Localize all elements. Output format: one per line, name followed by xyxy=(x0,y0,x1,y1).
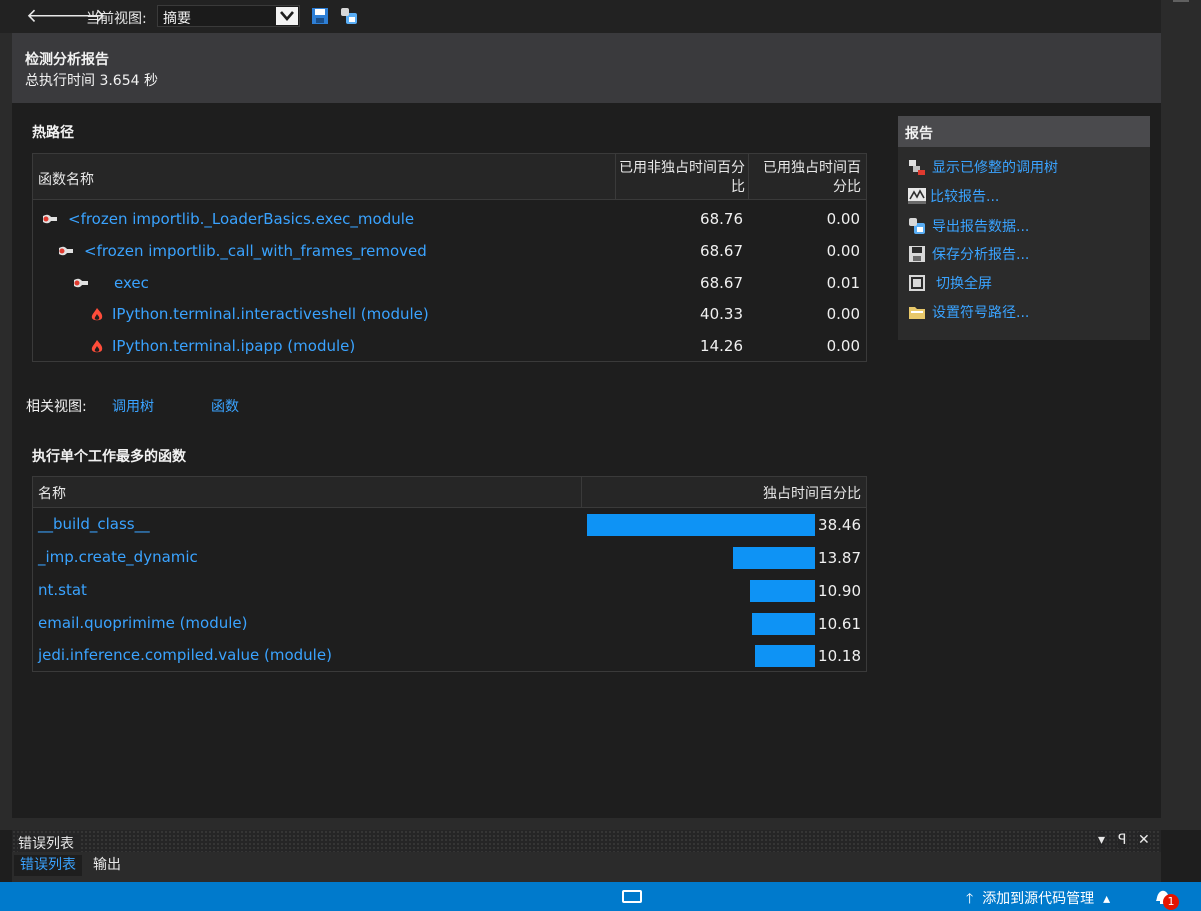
hot-path-table-header: 函数名称 已用非独占时间百分比 已用独占时间百分比 xyxy=(33,154,866,200)
top-functions-table-header: 名称 独占时间百分比 xyxy=(33,477,866,508)
function-row[interactable]: jedi.inference.compiled.value (module) 1… xyxy=(33,640,866,673)
save-icon xyxy=(909,246,925,262)
hot-path-function-name[interactable]: <frozen importlib._call_with_frames_remo… xyxy=(84,242,427,260)
status-bar: 🡑 添加到源代码管理 ▴ 1 xyxy=(0,882,1201,911)
current-view-select[interactable]: 摘要 xyxy=(157,5,300,27)
fullscreen-icon xyxy=(909,275,925,291)
inclusive-percent: 68.76 xyxy=(700,210,743,228)
top-functions-title: 执行单个工作最多的函数 xyxy=(32,449,186,465)
tab-output[interactable]: 输出 xyxy=(87,855,127,876)
exclusive-percent: 0.00 xyxy=(826,210,860,228)
related-views-label: 相关视图: xyxy=(26,399,87,415)
inclusive-percent: 14.26 xyxy=(700,337,743,355)
call-tree-icon xyxy=(909,160,925,175)
flame-icon xyxy=(91,308,103,321)
dropdown-icon[interactable]: ▾ xyxy=(1098,832,1106,848)
report-panel: 报告 显示已修整的调用树 比较报告... 导出报告数据... 保存分析报告...… xyxy=(898,116,1150,340)
function-row[interactable]: nt.stat 10.90 xyxy=(33,575,866,608)
bottom-tab-strip: 错误列表 输出 xyxy=(12,852,1161,882)
exclusive-time-value: 10.61 xyxy=(818,615,861,633)
function-name[interactable]: jedi.inference.compiled.value (module) xyxy=(38,646,332,664)
function-name[interactable]: nt.stat xyxy=(38,581,87,599)
current-view-label: 当前视图: xyxy=(86,11,147,27)
left-frame xyxy=(0,33,12,818)
exclusive-time-value: 10.18 xyxy=(818,647,861,665)
hot-path-function-name[interactable]: IPython.terminal.interactiveshell (modul… xyxy=(112,305,429,323)
exclusive-percent: 0.00 xyxy=(826,305,860,323)
keyboard-icon[interactable] xyxy=(622,890,642,903)
chevron-down-icon[interactable] xyxy=(276,7,298,25)
hot-path-row[interactable]: exec 68.67 0.01 xyxy=(33,268,866,300)
error-list-pane-header: 错误列表 ▾ ꟼ ✕ xyxy=(12,830,1161,853)
function-name[interactable]: __build_class__ xyxy=(38,515,150,533)
hot-path-icon xyxy=(74,278,88,288)
hot-path-table: 函数名称 已用非独占时间百分比 已用独占时间百分比 <frozen import… xyxy=(32,153,867,362)
column-header-name[interactable]: 名称 xyxy=(38,483,66,503)
column-header-exclusive[interactable]: 已用独占时间百分比 xyxy=(751,159,861,197)
report-header: 检测分析报告 总执行时间 3.654 秒 xyxy=(12,33,1161,103)
export-icon[interactable] xyxy=(340,7,358,25)
flame-icon xyxy=(91,340,103,353)
compare-icon xyxy=(908,188,926,204)
folder-icon xyxy=(909,307,925,319)
exclusive-percent: 0.00 xyxy=(826,242,860,260)
inclusive-percent: 68.67 xyxy=(700,242,743,260)
hot-path-row[interactable]: <frozen importlib._LoaderBasics.exec_mod… xyxy=(33,204,866,236)
column-header-name[interactable]: 函数名称 xyxy=(38,169,94,189)
exclusive-time-value: 38.46 xyxy=(818,516,861,534)
inclusive-percent: 68.67 xyxy=(700,274,743,292)
current-view-value: 摘要 xyxy=(163,11,191,27)
total-execution-time: 总执行时间 3.654 秒 xyxy=(25,73,158,89)
hot-path-function-name[interactable]: <frozen importlib._LoaderBasics.exec_mod… xyxy=(68,210,414,228)
exclusive-percent: 0.00 xyxy=(826,337,860,355)
exclusive-time-bar xyxy=(732,547,815,569)
column-header-exclusive[interactable]: 独占时间百分比 xyxy=(633,483,861,503)
function-name[interactable]: email.quoprimime (module) xyxy=(38,614,248,632)
source-control-label: 添加到源代码管理 xyxy=(982,891,1095,907)
functions-link[interactable]: 函数 xyxy=(211,396,239,416)
function-row[interactable]: email.quoprimime (module) 10.61 xyxy=(33,608,866,641)
hot-path-row[interactable]: IPython.terminal.ipapp (module) 14.26 0.… xyxy=(33,331,866,363)
hot-path-row[interactable]: <frozen importlib._call_with_frames_remo… xyxy=(33,236,866,268)
hot-path-row[interactable]: IPython.terminal.interactiveshell (modul… xyxy=(33,299,866,331)
hot-path-function-name[interactable]: IPython.terminal.ipapp (module) xyxy=(112,337,355,355)
error-list-title: 错误列表 xyxy=(18,833,80,853)
pin-icon[interactable]: ꟼ xyxy=(1118,832,1127,848)
tab-error-list[interactable]: 错误列表 xyxy=(14,855,82,876)
inclusive-percent: 40.33 xyxy=(700,305,743,323)
exclusive-time-value: 10.90 xyxy=(818,582,861,600)
report-panel-title: 报告 xyxy=(905,126,933,142)
right-frame xyxy=(1161,0,1201,820)
export-data-icon xyxy=(909,218,925,234)
column-header-inclusive[interactable]: 已用非独占时间百分比 xyxy=(619,159,745,197)
report-panel-header: 报告 xyxy=(898,116,1150,147)
hot-path-icon xyxy=(43,214,57,224)
toolbar: 🡐 🡒 当前视图: 摘要 xyxy=(0,0,1164,33)
function-name[interactable]: _imp.create_dynamic xyxy=(38,548,198,566)
add-to-source-control-button[interactable]: 🡑 添加到源代码管理 ▴ xyxy=(966,888,1110,911)
hot-path-icon xyxy=(59,246,73,256)
call-tree-link[interactable]: 调用树 xyxy=(112,396,154,416)
close-icon[interactable]: ✕ xyxy=(1138,832,1150,848)
function-row[interactable]: _imp.create_dynamic 13.87 xyxy=(33,542,866,575)
exclusive-time-bar xyxy=(754,645,815,667)
hot-path-title: 热路径 xyxy=(32,125,74,141)
notification-count-badge: 1 xyxy=(1163,894,1179,910)
function-row[interactable]: __build_class__ 38.46 xyxy=(33,509,866,542)
exclusive-time-bar xyxy=(752,613,815,635)
save-icon[interactable] xyxy=(311,7,329,25)
exclusive-time-value: 13.87 xyxy=(818,549,861,567)
exclusive-time-bar xyxy=(587,514,815,536)
hot-path-function-name[interactable]: exec xyxy=(114,274,149,292)
pane-separator xyxy=(0,818,1201,830)
exclusive-percent: 0.01 xyxy=(826,274,860,292)
exclusive-time-bar xyxy=(750,580,815,602)
top-functions-table: 名称 独占时间百分比 __build_class__ 38.46 _imp.cr… xyxy=(32,476,867,672)
report-title: 检测分析报告 xyxy=(25,52,109,68)
